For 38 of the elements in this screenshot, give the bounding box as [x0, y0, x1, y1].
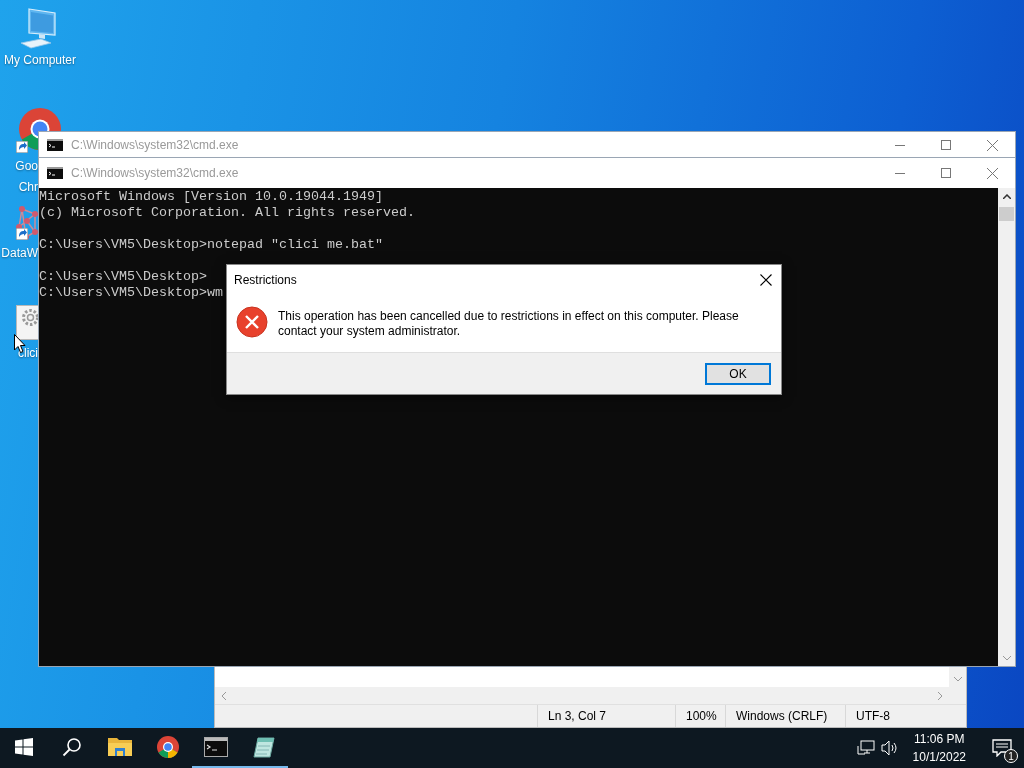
ok-button[interactable]: OK: [705, 362, 771, 385]
dialog-message: This operation has been cancelled due to restrictions in effect on this computer. Please contact your system administrator.: [278, 308, 740, 339]
maximize-icon[interactable]: [941, 140, 951, 150]
desktop-icon-label[interactable]: clici: [0, 346, 38, 361]
window-title: C:\Windows\system32\cmd.exe: [71, 166, 240, 180]
terminal-icon: [47, 139, 63, 151]
desktop-icon-label[interactable]: DataW: [0, 246, 38, 261]
notepad-icon[interactable]: [252, 735, 276, 759]
console-line: Microsoft Windows [Version 10.0.19044.1949]: [39, 189, 383, 205]
dialog-title: Restrictions: [234, 272, 298, 287]
error-icon: [236, 306, 268, 338]
folder-icon[interactable]: [108, 736, 132, 758]
chrome-icon[interactable]: [156, 735, 180, 759]
console-line: (c) Microsoft Corporation. All rights reserved.: [39, 205, 415, 221]
desktop-icon-label[interactable]: Goo: [0, 159, 38, 174]
notification-badge: 1: [1004, 749, 1018, 763]
clock-date[interactable]: 10/1/2022: [912, 748, 966, 766]
maximize-icon[interactable]: [941, 168, 951, 178]
status-bar-item: Ln 3, Col 7: [537, 705, 675, 727]
windows-start-icon[interactable]: [15, 738, 33, 756]
clock-time[interactable]: 11:06 PM: [914, 730, 965, 748]
search-icon[interactable]: [62, 737, 82, 757]
terminal-icon[interactable]: [204, 737, 228, 757]
molecule-icon: [16, 206, 38, 240]
console-line: C:\Users\VM5\Desktop>notepad "clici me.bat": [39, 237, 383, 253]
status-bar-item: 100%: [675, 705, 725, 727]
status-bar-item: Windows (CRLF): [725, 705, 845, 727]
volume-icon[interactable]: [880, 740, 899, 756]
desktop-icon-label[interactable]: My Computer: [4, 53, 76, 68]
terminal-icon: [47, 167, 63, 179]
close-icon[interactable]: [760, 273, 772, 286]
window-title: C:\Windows\system32\cmd.exe: [71, 138, 240, 152]
scrollbar-thumb[interactable]: [999, 207, 1014, 221]
network-icon[interactable]: [856, 740, 875, 756]
status-bar-item: UTF-8: [845, 705, 966, 727]
desktop-icon-label[interactable]: Chr: [0, 180, 38, 195]
console-line: C:\Users\VM5\Desktop>: [39, 269, 207, 285]
console-line: C:\Users\VM5\Desktop>wm: [39, 285, 223, 301]
